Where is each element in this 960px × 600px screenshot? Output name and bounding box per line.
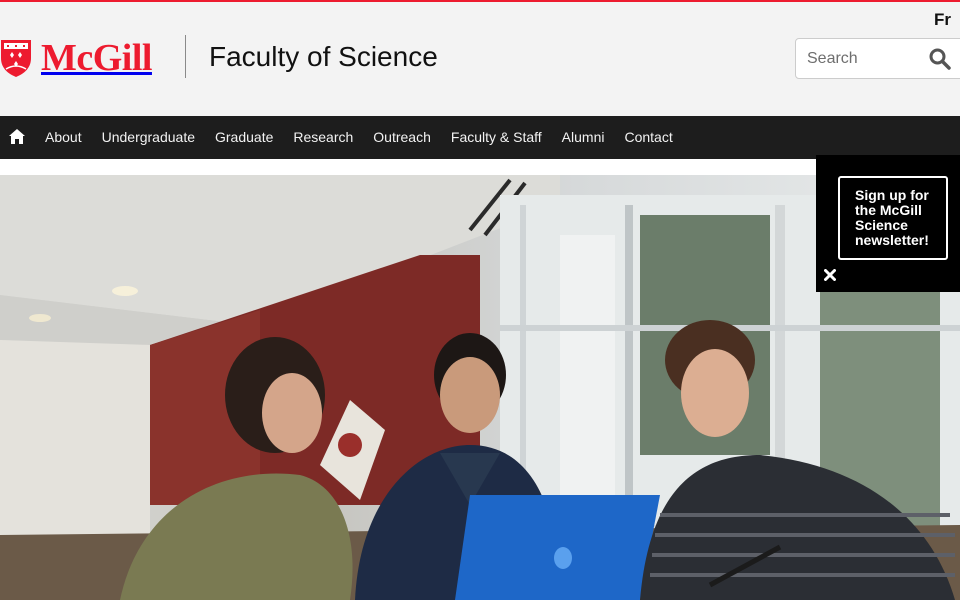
nav-item-faculty-staff[interactable]: Faculty & Staff <box>441 116 552 159</box>
nav-item-contact[interactable]: Contact <box>614 116 682 159</box>
logo-wordmark: McGill <box>41 37 152 79</box>
newsletter-signup-button[interactable]: Sign up for the McGill Science newslette… <box>838 176 948 260</box>
nav-item-about[interactable]: About <box>35 116 92 159</box>
language-toggle-link[interactable]: Fr <box>934 10 951 30</box>
site-header: Fr McGill Faculty of Science <box>0 2 960 116</box>
newsletter-line: Science <box>855 217 908 233</box>
search-input[interactable] <box>807 39 927 78</box>
newsletter-line: the McGill <box>855 202 922 218</box>
nav-menu: About Undergraduate Graduate Research Ou… <box>35 116 683 159</box>
nav-item-graduate[interactable]: Graduate <box>205 116 283 159</box>
faculty-title[interactable]: Faculty of Science <box>209 40 438 74</box>
newsletter-popup: Sign up for the McGill Science newslette… <box>816 155 960 292</box>
home-icon[interactable] <box>9 129 25 144</box>
search-icon[interactable] <box>928 47 952 71</box>
newsletter-line: Sign up for <box>855 187 929 203</box>
newsletter-line: newsletter! <box>855 232 929 248</box>
nav-item-undergraduate[interactable]: Undergraduate <box>92 116 205 159</box>
nav-item-alumni[interactable]: Alumni <box>552 116 615 159</box>
main-navigation: About Undergraduate Graduate Research Ou… <box>0 116 960 159</box>
nav-item-research[interactable]: Research <box>283 116 363 159</box>
nav-item-outreach[interactable]: Outreach <box>363 116 441 159</box>
close-icon[interactable] <box>824 269 836 281</box>
mcgill-logo[interactable]: McGill <box>0 38 152 78</box>
header-divider <box>185 35 186 78</box>
mcgill-shield-icon <box>1 40 31 77</box>
search-box <box>795 38 960 79</box>
